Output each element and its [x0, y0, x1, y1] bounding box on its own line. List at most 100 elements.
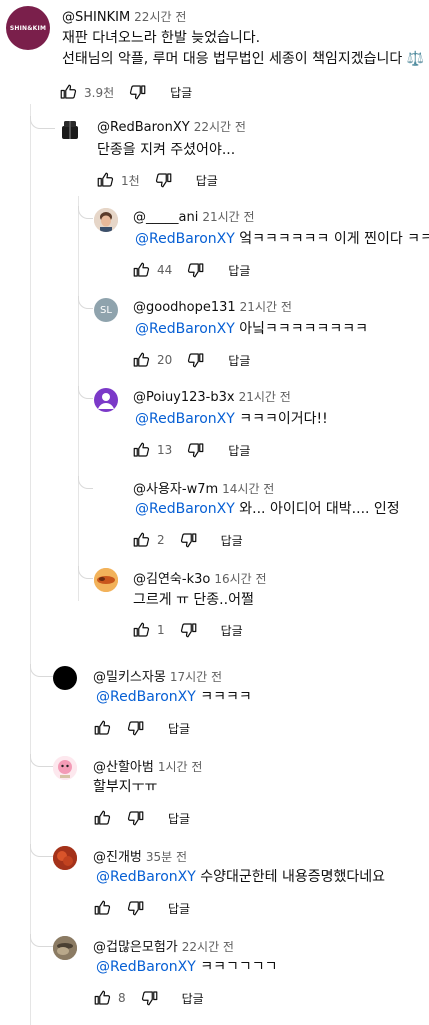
author-name[interactable]: @산할아범 — [93, 760, 154, 775]
dislike-icon[interactable] — [186, 350, 206, 370]
comment-author[interactable]: @_____ani 21시간 전 — [133, 208, 255, 225]
comment-author[interactable]: @goodhope131 21시간 전 — [133, 298, 292, 315]
comment-text: 할부지ㅜㅠ — [93, 779, 158, 795]
dislike-icon[interactable] — [179, 530, 199, 550]
like-icon[interactable] — [92, 898, 112, 918]
comment-author[interactable]: @겁많은모험가 22시간 전 — [93, 936, 234, 955]
comment-body: ㅋㅋㅋ이거다!! — [234, 411, 328, 427]
like-icon[interactable] — [131, 350, 151, 370]
reply-button[interactable]: 답글 — [228, 262, 250, 279]
author-name[interactable]: @김연숙-k3o — [133, 572, 210, 587]
comment-time[interactable]: 22시간 전 — [194, 120, 246, 134]
dislike-icon[interactable] — [128, 82, 148, 102]
dislike-icon[interactable] — [126, 898, 146, 918]
mention-link[interactable]: @RedBaronXY — [135, 231, 235, 247]
avatar[interactable] — [94, 388, 118, 412]
reply-button[interactable]: 답글 — [168, 720, 190, 737]
mention-link[interactable]: @RedBaronXY — [96, 689, 196, 705]
author-name[interactable]: @SHINKIM — [62, 10, 130, 25]
comment-author[interactable]: @김연숙-k3o 16시간 전 — [133, 568, 267, 587]
dislike-icon[interactable] — [126, 718, 146, 738]
thread-connector — [30, 934, 53, 947]
comment-time[interactable]: 17시간 전 — [170, 670, 222, 684]
avatar[interactable] — [56, 116, 84, 144]
like-icon[interactable] — [131, 440, 151, 460]
mention-link[interactable]: @RedBaronXY — [135, 321, 235, 337]
comment-author[interactable]: @사용자-w7m 14시간 전 — [133, 478, 274, 497]
avatar[interactable] — [94, 208, 118, 232]
comment-time[interactable]: 21시간 전 — [239, 390, 291, 404]
comment-body: 엌ㅋㅋㅋㅋㅋㅋ 이게 찐이다 ㅋㅋㅋ — [234, 231, 429, 247]
thread-connector — [30, 116, 55, 129]
avatar[interactable] — [53, 756, 77, 780]
comment-text: @RedBaronXY ㅋㅋㄱㄱㄱㄱ — [96, 957, 278, 977]
comment-author[interactable]: @밀키스자몽 17시간 전 — [93, 666, 222, 685]
comment-actions: 3.9천 답글 — [58, 80, 192, 104]
comment-time[interactable]: 35분 전 — [146, 850, 187, 864]
author-name[interactable]: @goodhope131 — [133, 300, 236, 315]
like-icon[interactable] — [131, 260, 151, 280]
gift-icon — [62, 121, 78, 139]
author-name[interactable]: @사용자-w7m — [133, 482, 218, 497]
profile-photo-icon — [94, 208, 118, 232]
reply-button[interactable]: 답글 — [228, 442, 250, 459]
reply-button[interactable]: 답글 — [168, 900, 190, 917]
avatar[interactable] — [53, 846, 77, 870]
author-name[interactable]: @_____ani — [133, 210, 198, 225]
character-icon — [53, 756, 77, 780]
comment-actions: 2 답글 — [131, 528, 243, 552]
comment-time[interactable]: 21시간 전 — [240, 300, 292, 314]
comment-time[interactable]: 16시간 전 — [214, 572, 266, 586]
like-count: 20 — [157, 353, 173, 367]
author-name[interactable]: @밀키스자몽 — [93, 670, 166, 685]
comment-time[interactable]: 22시간 전 — [182, 940, 234, 954]
comment-author[interactable]: @산할아범 1시간 전 — [93, 756, 202, 775]
avatar[interactable] — [53, 936, 77, 960]
reply-button[interactable]: 답글 — [221, 532, 243, 549]
dislike-icon[interactable] — [179, 620, 199, 640]
avatar[interactable]: SHIN&KIM — [6, 6, 50, 50]
mention-link[interactable]: @RedBaronXY — [135, 501, 235, 517]
comment-author[interactable]: @Poiuy123-b3x 21시간 전 — [133, 388, 291, 405]
like-icon[interactable] — [92, 718, 112, 738]
dislike-icon[interactable] — [186, 260, 206, 280]
comment-author[interactable]: @진개벙 35분 전 — [93, 846, 187, 865]
comment-time[interactable]: 21시간 전 — [202, 210, 254, 224]
comment-author[interactable]: @RedBaronXY 22시간 전 — [97, 118, 246, 135]
mention-link[interactable]: @RedBaronXY — [96, 959, 196, 975]
reply-button[interactable]: 답글 — [221, 622, 243, 639]
comment-time[interactable]: 14시간 전 — [222, 482, 274, 496]
avatar[interactable] — [94, 478, 118, 502]
author-name[interactable]: @RedBaronXY — [97, 120, 190, 135]
like-icon[interactable] — [58, 82, 78, 102]
author-name[interactable]: @진개벙 — [93, 850, 142, 865]
avatar[interactable] — [53, 666, 77, 690]
mention-link[interactable]: @RedBaronXY — [96, 869, 196, 885]
dislike-icon[interactable] — [140, 988, 160, 1008]
author-name[interactable]: @겁많은모험가 — [93, 940, 178, 955]
reply-button[interactable]: 답글 — [196, 172, 218, 189]
profile-photo-icon — [53, 936, 77, 960]
comment-time[interactable]: 22시간 전 — [134, 10, 186, 24]
thread-connector — [30, 754, 53, 767]
comment-body: 아닠ㅋㅋㅋㅋㅋㅋㅋㅋ — [234, 321, 369, 337]
reply-button[interactable]: 답글 — [182, 990, 204, 1007]
reply-button[interactable]: 답글 — [228, 352, 250, 369]
dislike-icon[interactable] — [154, 170, 174, 190]
like-icon[interactable] — [95, 170, 115, 190]
comment-time[interactable]: 1시간 전 — [158, 760, 203, 774]
comment-author[interactable]: @SHINKIM 22시간 전 — [62, 8, 186, 25]
avatar[interactable]: SL — [94, 298, 118, 322]
mention-link[interactable]: @RedBaronXY — [135, 411, 235, 427]
reply-button[interactable]: 답글 — [168, 810, 190, 827]
author-name[interactable]: @Poiuy123-b3x — [133, 390, 235, 405]
like-icon[interactable] — [92, 988, 112, 1008]
dislike-icon[interactable] — [186, 440, 206, 460]
reply-button[interactable]: 답글 — [170, 84, 192, 101]
comment-text: @RedBaronXY ㅋㅋㅋ이거다!! — [135, 409, 328, 429]
like-icon[interactable] — [131, 620, 151, 640]
like-icon[interactable] — [92, 808, 112, 828]
avatar[interactable] — [94, 568, 118, 592]
like-icon[interactable] — [131, 530, 151, 550]
dislike-icon[interactable] — [126, 808, 146, 828]
